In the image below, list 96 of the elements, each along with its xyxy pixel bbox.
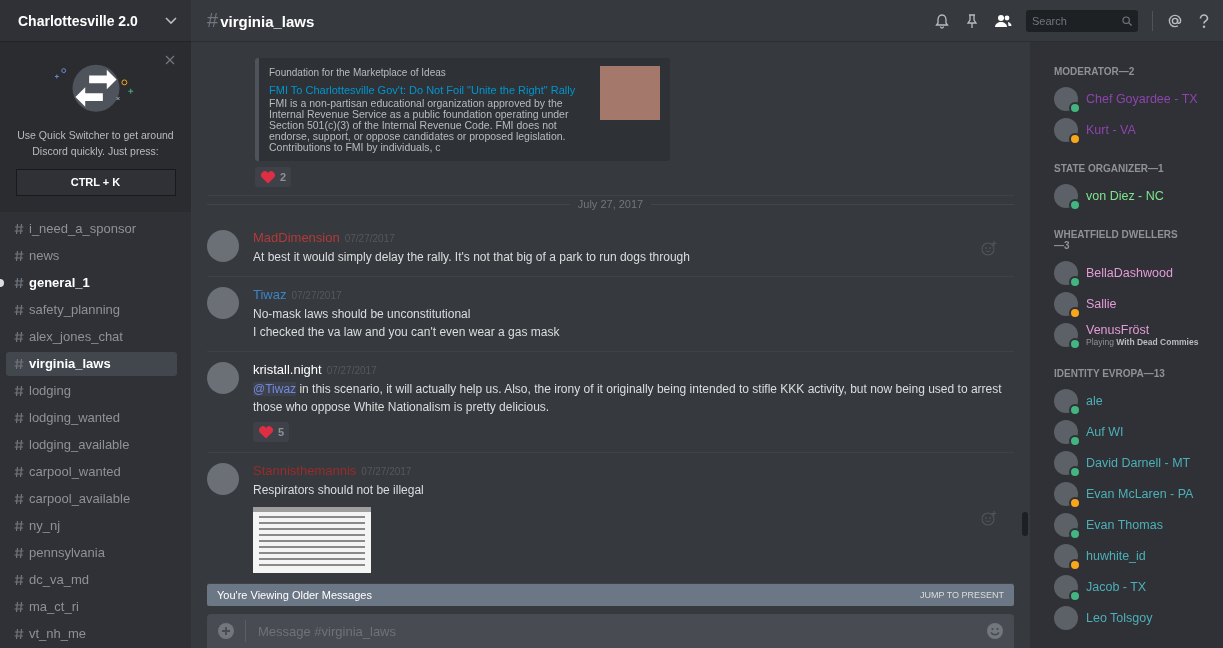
jump-to-present-button[interactable]: JUMP TO PRESENT xyxy=(919,590,1004,600)
hash-icon xyxy=(14,411,24,424)
member-item[interactable]: von Diez - NC xyxy=(1054,180,1223,211)
channel-item[interactable]: alex_jones_chat xyxy=(6,324,177,349)
channel-item[interactable]: safety_planning xyxy=(6,297,177,322)
hash-icon xyxy=(14,384,24,397)
pin-icon[interactable] xyxy=(964,12,980,29)
member-item[interactable]: Kurt - VA xyxy=(1054,114,1223,145)
user-mention[interactable]: @Tiwaz xyxy=(253,382,297,396)
member-item[interactable]: Auf WI xyxy=(1054,416,1223,447)
hash-icon xyxy=(14,438,24,451)
member-item[interactable]: VenusFröst Playing With Dead Commies xyxy=(1054,319,1223,350)
hash-icon xyxy=(14,303,24,316)
hash-icon xyxy=(14,249,24,262)
avatar[interactable] xyxy=(207,362,239,394)
activity-status: Playing With Dead Commies xyxy=(1086,336,1199,347)
channel-item[interactable]: ny_nj xyxy=(6,513,177,538)
hash-icon xyxy=(14,492,24,505)
channel-item[interactable]: news xyxy=(6,243,177,268)
hash-icon xyxy=(14,276,24,289)
embed-provider: Foundation for the Marketplace of Ideas xyxy=(269,66,447,80)
channel-item[interactable]: carpool_available xyxy=(6,486,177,511)
message-text: Respirators should not be illegal xyxy=(253,482,425,499)
scrollbar-thumb[interactable] xyxy=(1022,512,1028,536)
search-bar[interactable]: Search xyxy=(1026,9,1138,32)
avatar[interactable] xyxy=(207,463,239,495)
hash-icon xyxy=(14,222,24,235)
hash-icon xyxy=(14,330,24,343)
channel-item[interactable]: vt_nh_me xyxy=(6,621,177,646)
role-group-heading: WHEATFIELD DWELLERS—3 xyxy=(1054,229,1178,251)
member-item[interactable]: Evan McLaren - PA xyxy=(1054,478,1223,509)
channel-title: virginia_laws xyxy=(220,13,315,30)
embed-description: FMI is a non-partisan educational organization approved by the Internal Revenue Service as a public foundation operating under Section 501(c)(3) of the Internal Revenue Code. FMI does not endorse, support, or oppose candidates or proposed legislation. Contributions to FMI by individuals, c xyxy=(269,98,570,153)
hash-icon xyxy=(14,627,24,640)
hash-icon xyxy=(14,519,24,532)
channel-item[interactable]: carpool_wanted xyxy=(6,459,177,484)
member-item[interactable]: Jacob - TX xyxy=(1054,571,1223,602)
hash-icon xyxy=(14,465,24,478)
shortcut-button[interactable]: CTRL + K xyxy=(15,168,176,196)
quick-switcher-hint: Use Quick Switcher to get around Discord quickly. Just press: xyxy=(16,127,175,159)
hash-icon xyxy=(14,573,24,586)
member-item[interactable]: Sallie xyxy=(1054,288,1223,319)
channel-item[interactable]: lodging_available xyxy=(6,432,177,457)
message-text: I checked the va law and you can't even wear a gas mask xyxy=(253,324,561,341)
add-reaction-icon[interactable] xyxy=(980,240,998,256)
server-name: Charlottesville 2.0 xyxy=(18,12,138,29)
member-item[interactable]: David Darnell - MT xyxy=(1054,447,1223,478)
hash-icon xyxy=(14,357,24,370)
embed-title-link[interactable]: FMI To Charlottesville Gov't: Do Not Foil "Unite the Right" Rally xyxy=(269,82,586,98)
member-item[interactable]: Evan Thomas xyxy=(1054,509,1223,540)
member-item[interactable]: Chef Goyardee - TX xyxy=(1054,83,1223,114)
channel-item[interactable]: pennsylvania xyxy=(6,540,177,565)
avatar[interactable] xyxy=(207,230,239,262)
plus-circle-icon[interactable] xyxy=(217,622,235,640)
reaction-button[interactable]: 2 xyxy=(255,167,292,187)
heart-icon xyxy=(260,170,276,184)
role-group-heading: MODERATOR—2 xyxy=(1054,66,1136,77)
bell-icon[interactable] xyxy=(934,12,950,29)
heart-icon xyxy=(258,425,274,439)
avatar xyxy=(1054,605,1078,630)
member-item[interactable]: Leo Tolsgoy xyxy=(1054,602,1223,633)
date-divider-label: July 27, 2017 xyxy=(577,198,644,210)
channel-item[interactable]: lodging_wanted xyxy=(6,405,177,430)
channel-hash: # xyxy=(207,9,219,32)
message-text: @Tiwaz in this scenario, it will actually help us. Also, the irony of it originally being intended to stifle KKK activity, but now being used to arrest those who oppose White Nationalism is pretty delicious. xyxy=(253,381,1003,416)
channel-item[interactable]: i_need_a_sponsor xyxy=(6,216,177,241)
member-item[interactable]: ale xyxy=(1054,385,1223,416)
help-icon[interactable] xyxy=(1197,12,1211,29)
reaction-button[interactable]: 5 xyxy=(253,422,290,442)
document-image-placeholder[interactable] xyxy=(253,507,371,573)
avatar[interactable] xyxy=(207,287,239,319)
older-messages-label: You're Viewing Older Messages xyxy=(217,589,372,601)
channel-item[interactable]: lodging xyxy=(6,378,177,403)
chevron-down-icon xyxy=(165,16,177,25)
username[interactable]: kristall.night xyxy=(253,362,322,377)
channel-item[interactable]: ma_ct_ri xyxy=(6,594,177,619)
search-icon xyxy=(1122,14,1132,27)
close-icon[interactable] xyxy=(165,55,175,65)
at-sign-icon[interactable] xyxy=(1167,12,1183,29)
hash-icon xyxy=(14,600,24,613)
member-item[interactable]: BellaDashwood xyxy=(1054,257,1223,288)
role-group-heading: IDENTITY EVROPA—13 xyxy=(1054,368,1166,379)
role-group-heading: STATE ORGANIZER—1 xyxy=(1054,163,1165,174)
members-icon[interactable] xyxy=(994,12,1012,29)
channel-item[interactable]: dc_va_md xyxy=(6,567,177,592)
member-item[interactable]: huwhite_id xyxy=(1054,540,1223,571)
channel-item[interactable]: general_1 xyxy=(6,270,177,295)
message-text: No-mask laws should be unconstitutional xyxy=(253,306,472,323)
emoji-smiley-icon[interactable] xyxy=(986,622,1004,640)
search-input[interactable]: Search xyxy=(1032,14,1122,27)
message-text: At best it would simply delay the rally. It's not that big of a park to run dogs through xyxy=(253,249,691,266)
channel-item[interactable]: virginia_laws xyxy=(6,351,177,376)
add-reaction-icon[interactable] xyxy=(980,510,998,526)
embed-thumbnail-placeholder xyxy=(600,66,660,120)
username[interactable]: Tiwaz xyxy=(253,287,287,302)
hash-icon xyxy=(14,546,24,559)
